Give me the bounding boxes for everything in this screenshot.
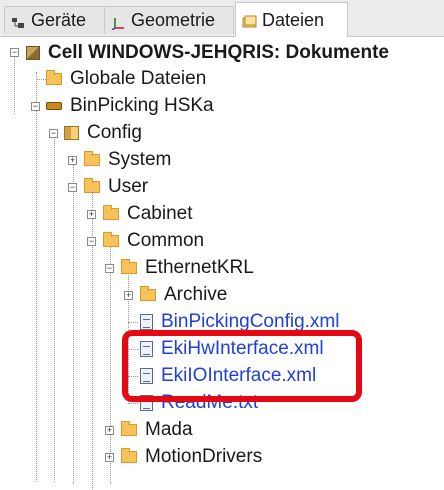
folder-icon	[84, 178, 100, 193]
tree-label: ReadMe.txt	[161, 392, 259, 413]
tree-label: Config	[87, 122, 142, 143]
tree-node-cabinet[interactable]: Cabinet	[103, 201, 195, 227]
tree-label: User	[108, 176, 149, 197]
tree-file-readme[interactable]: ReadMe.txt	[140, 390, 260, 416]
tree-label: Mada	[145, 419, 193, 440]
collapse-toggle[interactable]: −	[87, 237, 96, 246]
tree-label: EkiHwInterface.xml	[161, 338, 324, 359]
tree-label: Archive	[164, 284, 228, 305]
collapse-toggle[interactable]: −	[31, 102, 40, 111]
tree-file-binpickingconfig[interactable]: BinPickingConfig.xml	[140, 309, 341, 335]
tree-node-motiondrivers[interactable]: MotionDrivers	[121, 444, 264, 470]
tree-node-common[interactable]: Common	[103, 228, 206, 254]
tree-node-user[interactable]: User	[84, 174, 150, 200]
tree-label: MotionDrivers	[145, 446, 263, 467]
collapse-toggle[interactable]: −	[49, 129, 58, 138]
folder-icon	[121, 259, 137, 274]
tree-node-binpicking-hska[interactable]: BinPicking HSKa	[46, 93, 216, 119]
tree-node-globale-dateien[interactable]: Globale Dateien	[46, 66, 208, 92]
robot-icon	[46, 102, 62, 110]
folder-icon	[84, 151, 100, 166]
text-file-icon	[140, 395, 153, 411]
tree-label: BinPicking HSKa	[70, 95, 214, 116]
tab-bar: Geräte Geometrie Dateien	[0, 0, 444, 37]
tree-label: Globale Dateien	[70, 68, 207, 89]
expand-toggle[interactable]: +	[124, 291, 133, 300]
tree-label: EthernetKRL	[145, 257, 254, 278]
tree-label: Cabinet	[127, 203, 193, 224]
cell-icon	[26, 46, 40, 60]
tree-label: EkiIOInterface.xml	[161, 365, 317, 386]
folder-icon	[103, 232, 119, 247]
device-icon	[11, 14, 25, 28]
files-icon	[242, 13, 257, 28]
tree-node-ethernetkrl[interactable]: EthernetKRL	[121, 255, 256, 281]
expand-toggle[interactable]: +	[105, 453, 114, 462]
tree-node-system[interactable]: System	[84, 147, 173, 173]
folder-icon	[121, 448, 137, 463]
tree-label: System	[108, 149, 172, 170]
tab-dateien[interactable]: Dateien	[235, 2, 348, 37]
tree-node-root[interactable]: Cell WINDOWS-JEHQRIS: Dokumente	[26, 40, 391, 66]
tree-label: Cell WINDOWS-JEHQRIS: Dokumente	[48, 42, 389, 63]
tree-node-mada[interactable]: Mada	[121, 417, 195, 443]
tree-node-archive[interactable]: Archive	[140, 282, 229, 308]
xml-file-icon	[140, 341, 153, 357]
expand-toggle[interactable]: +	[87, 210, 96, 219]
tab-geometrie[interactable]: Geometrie	[104, 6, 234, 34]
axes-icon	[111, 14, 125, 31]
collapse-toggle[interactable]: −	[105, 264, 114, 273]
collapse-toggle[interactable]: −	[68, 183, 77, 192]
tab-label: Geometrie	[131, 10, 216, 30]
tree-file-ekiiointerface[interactable]: EkiIOInterface.xml	[140, 363, 318, 389]
folder-icon	[103, 205, 119, 220]
tree-label: Common	[127, 230, 205, 251]
collapse-toggle[interactable]: −	[10, 48, 19, 57]
tree-node-config[interactable]: Config	[64, 120, 144, 146]
tab-label: Geräte	[31, 10, 87, 30]
folder-icon	[140, 286, 156, 301]
file-tree: − Cell WINDOWS-JEHQRIS: Dokumente Global…	[0, 36, 444, 490]
xml-file-icon	[140, 368, 153, 384]
expand-toggle[interactable]: +	[68, 156, 77, 165]
folder-icon	[121, 421, 137, 436]
tree-label: BinPickingConfig.xml	[161, 311, 340, 332]
tree-file-ekihwinterface[interactable]: EkiHwInterface.xml	[140, 336, 326, 362]
folder-icon	[46, 70, 62, 85]
config-icon	[64, 126, 79, 140]
xml-file-icon	[140, 314, 153, 330]
tab-label: Dateien	[262, 9, 325, 30]
expand-toggle[interactable]: +	[105, 426, 114, 435]
